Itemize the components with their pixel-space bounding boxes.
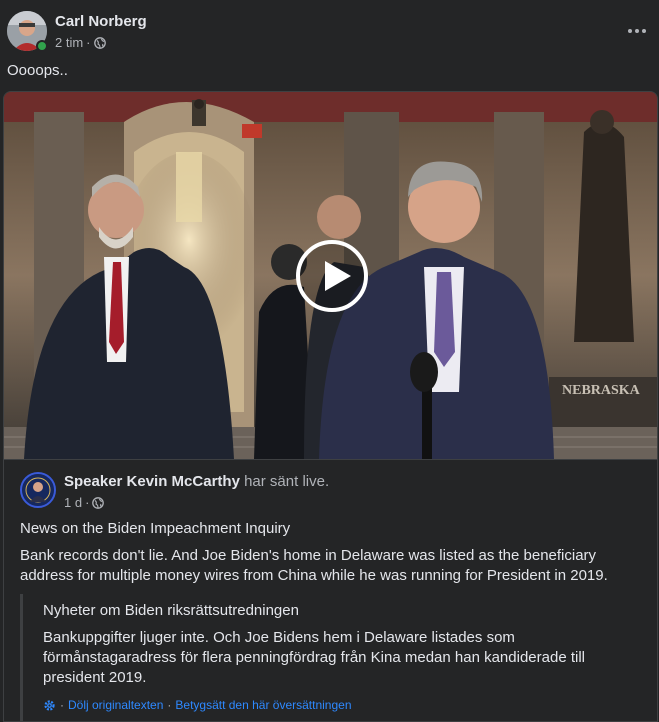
page-action: har sänt live. <box>244 473 330 490</box>
page-avatar-image <box>22 474 54 506</box>
post-text: Oooops.. <box>7 62 68 79</box>
shared-post-body: Bank records don't lie. And Joe Biden's … <box>20 547 608 584</box>
more-dots-icon <box>628 29 632 33</box>
page-avatar[interactable] <box>20 472 56 508</box>
svg-text:NEBRASKA: NEBRASKA <box>562 383 641 398</box>
play-button[interactable] <box>296 240 368 312</box>
feed-post: Carl Norberg 2 tim · Oooops.. NEBRASKA S… <box>0 0 659 722</box>
shared-post-content: Speaker Kevin McCarthy har sänt live. 1 … <box>4 459 657 721</box>
post-header: Carl Norberg 2 tim · <box>7 11 647 55</box>
translation-block: Nyheter om Biden riksrättsutredningen Ba… <box>20 594 640 721</box>
play-icon <box>325 261 351 291</box>
shared-post-card[interactable]: NEBRASKA Speaker Kevin McCarthy har sänt… <box>3 91 658 722</box>
hide-original-link[interactable]: Dölj originaltexten <box>68 698 163 712</box>
link-separator: · <box>167 698 172 712</box>
rate-translation-link[interactable]: Betygsätt den här översättningen <box>175 698 351 712</box>
translated-title: Nyheter om Biden riksrättsutredningen <box>43 602 299 619</box>
author-name[interactable]: Carl Norberg <box>55 13 147 30</box>
post-time[interactable]: 2 tim <box>55 35 83 50</box>
gear-icon[interactable] <box>43 699 56 712</box>
shared-post-time[interactable]: 1 d <box>64 495 82 510</box>
page-name[interactable]: Speaker Kevin McCarthy <box>64 473 240 490</box>
shared-post-meta: 1 d · <box>64 495 105 510</box>
translated-body: Bankuppgifter ljuger inte. Och Joe Biden… <box>43 629 585 686</box>
online-status-dot <box>36 40 48 52</box>
shared-post-title: News on the Biden Impeachment Inquiry <box>20 520 291 537</box>
globe-icon <box>93 36 106 49</box>
more-options-button[interactable] <box>624 19 650 43</box>
video-player[interactable]: NEBRASKA <box>4 92 657 459</box>
meta-separator: · <box>86 35 91 50</box>
post-meta: 2 tim · <box>55 35 106 50</box>
meta-separator: · <box>85 495 90 510</box>
globe-icon <box>92 496 105 509</box>
translation-links: · Dölj originaltexten · Betygsätt den hä… <box>43 698 352 712</box>
page-attribution: Speaker Kevin McCarthy har sänt live. <box>64 473 329 490</box>
link-separator: · <box>60 698 64 712</box>
